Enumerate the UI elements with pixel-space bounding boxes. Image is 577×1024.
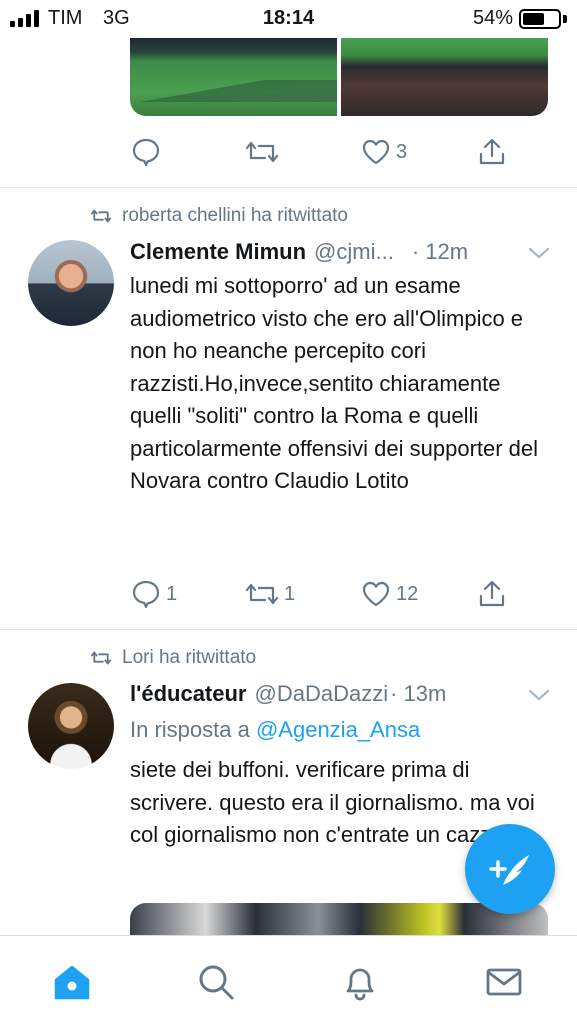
battery-icon: [519, 9, 561, 29]
tweet-time: · 13m: [390, 681, 447, 706]
home-icon: [54, 965, 90, 1000]
reply-button[interactable]: [130, 136, 162, 168]
retweet-count: 1: [284, 582, 296, 605]
media-photo-crowd[interactable]: [341, 38, 548, 116]
bottom-tab-bar: [0, 935, 577, 1024]
tab-home[interactable]: [52, 962, 92, 1007]
like-count: 3: [396, 140, 408, 163]
author-handle[interactable]: @cjmi...: [314, 239, 394, 265]
share-button[interactable]: [476, 136, 508, 168]
tweet-media-image[interactable]: [130, 38, 548, 116]
compose-tweet-button[interactable]: [465, 824, 555, 914]
status-bar: TIM 3G 18:14 54%: [0, 0, 577, 38]
media-photo-stadium[interactable]: [130, 38, 337, 116]
tweet-divider: [0, 187, 577, 188]
tweet-divider: [0, 629, 577, 630]
chevron-down-icon[interactable]: [528, 246, 550, 260]
author-name[interactable]: Clemente Mimun: [130, 239, 306, 265]
tweet-text: lunedi mi sottoporro' ad un esame audiom…: [130, 273, 539, 493]
tweet-actions: 1 1 12: [130, 578, 510, 614]
like-button[interactable]: 12: [360, 578, 418, 610]
like-button[interactable]: 3: [360, 136, 407, 168]
reply-count: 1: [166, 582, 178, 605]
retweeted-by-line[interactable]: roberta chellini ha ritwittato: [90, 205, 348, 227]
retweeted-by-text: roberta chellini ha ritwittato: [122, 205, 348, 226]
mail-icon: [486, 968, 522, 996]
share-icon: [479, 580, 505, 607]
tab-notifications[interactable]: [340, 962, 380, 1007]
share-button[interactable]: [476, 578, 508, 610]
retweeted-by-line[interactable]: Lori ha ritwittato: [90, 647, 256, 669]
retweet-icon: [90, 209, 112, 223]
search-icon: [199, 965, 234, 1000]
tweet-header: Clemente Mimun @cjmi... · 12m: [130, 239, 550, 265]
like-count: 12: [396, 582, 419, 605]
compose-tweet-icon: [489, 855, 529, 885]
retweet-button[interactable]: 1: [244, 578, 295, 610]
author-handle[interactable]: @DaDaDazzi: [255, 681, 389, 707]
tweet-time: · 12m: [411, 239, 469, 264]
in-reply-to: In risposta a @Agenzia_Ansa: [130, 717, 420, 743]
battery-percent: 54%: [472, 7, 513, 29]
reply-button[interactable]: 1: [130, 578, 177, 610]
share-icon: [479, 138, 505, 165]
chevron-down-icon[interactable]: [528, 688, 550, 702]
retweet-button[interactable]: [244, 136, 280, 168]
avatar[interactable]: [28, 240, 114, 326]
author-name[interactable]: l'éducateur: [130, 681, 247, 707]
retweet-icon: [90, 651, 112, 665]
reply-icon: [132, 580, 160, 609]
reply-icon: [132, 138, 160, 167]
reply-prefix: In risposta a: [130, 717, 250, 742]
avatar[interactable]: [28, 683, 114, 769]
retweet-icon: [245, 141, 279, 163]
heart-icon: [362, 139, 390, 165]
tweet-actions: 3: [130, 136, 510, 172]
retweeted-by-text: Lori ha ritwittato: [122, 647, 257, 668]
tab-search[interactable]: [196, 962, 236, 1007]
retweet-icon: [245, 583, 279, 605]
tweet-header: l'éducateur @DaDaDazzi · 13m: [130, 681, 550, 707]
tab-messages[interactable]: [484, 962, 524, 1007]
reply-to-link[interactable]: @Agenzia_Ansa: [256, 717, 420, 742]
heart-icon: [362, 581, 390, 607]
bell-icon: [346, 968, 374, 1001]
